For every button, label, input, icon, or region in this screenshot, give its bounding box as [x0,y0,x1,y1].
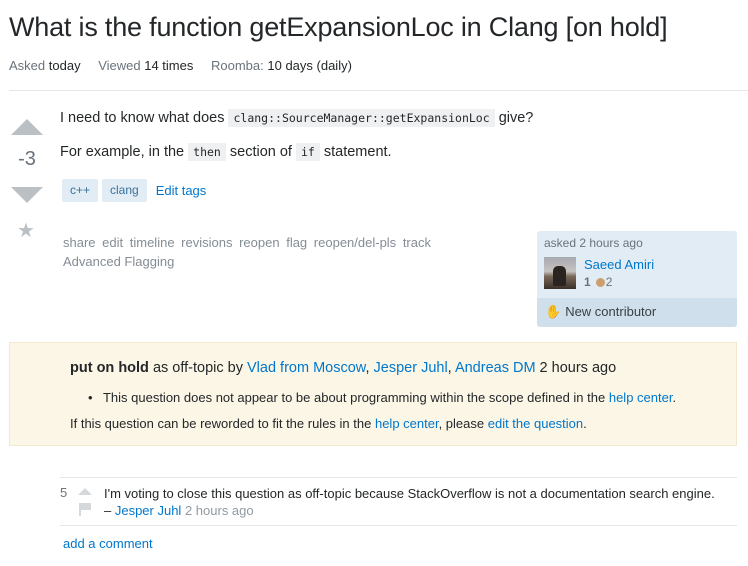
post-menu: share edit timeline revisions reopen fla… [63,233,443,271]
new-contributor-banner[interactable]: ✋ New contributor [537,298,737,327]
waving-hand-icon: ✋ [545,304,562,319]
downvote-arrow-icon[interactable] [11,187,43,203]
comment: I'm voting to close this question as off… [104,486,715,518]
user-reputation: 12 [584,275,612,289]
edit-question-link[interactable]: edit the question [488,416,583,431]
comment-text: I'm voting to close this question as off… [104,486,715,501]
owner-card: asked 2 hours ago Saeed Amiri 12 ✋ New co… [537,231,737,327]
question-meta: Asked today Viewed 14 times Roomba: 10 d… [9,58,366,73]
bronze-badge-icon [595,278,605,287]
flag-link[interactable]: flag [286,235,307,250]
help-center-link[interactable]: help center [609,390,673,405]
voter-link[interactable]: Jesper Juhl [374,360,448,376]
reputation-score: 1 [584,275,591,289]
reopen-del-pls-link[interactable]: reopen/del-pls [314,235,396,250]
voter-link[interactable]: Vlad from Moscow [247,360,365,376]
comment-upvote-icon[interactable] [78,488,92,495]
comment-date: 2 hours ago [184,503,254,518]
vote-count: -3 [18,148,36,170]
inline-code: if [295,143,320,161]
divider [60,525,737,526]
edit-tags-link[interactable]: Edit tags [156,183,207,198]
inline-code: then [188,143,226,161]
asked-time: asked 2 hours ago [544,236,643,250]
share-link[interactable]: share [63,235,96,250]
upvote-arrow-icon[interactable] [11,119,43,135]
post-body: I need to know what does clang::SourceMa… [60,108,533,162]
help-center-link[interactable]: help center [375,416,439,431]
on-hold-notice: put on hold as off-topic by Vlad from Mo… [9,342,737,446]
avatar[interactable] [544,257,576,289]
favorite-star-icon[interactable]: ★ [17,221,35,241]
hold-status: put on hold as off-topic by Vlad from Mo… [70,360,617,376]
track-link[interactable]: track [403,235,431,250]
question-title[interactable]: What is the function getExpansionLoc in … [9,12,668,43]
avatar-figure [553,266,566,286]
hold-reason: This question does not appear to be abou… [88,390,676,405]
comment-score: 5 [60,485,68,500]
post-paragraph: I need to know what does clang::SourceMa… [60,109,534,127]
tag-list: c++ clang Edit tags [62,179,206,202]
advanced-flagging-link[interactable]: Advanced Flagging [63,254,174,269]
voter-link[interactable]: Andreas DM [455,360,536,376]
meta-viewed: Viewed 14 times [98,58,194,73]
bronze-badge-count: 2 [605,275,613,289]
inline-code: clang::SourceManager::getExpansionLoc [228,109,495,127]
revisions-link[interactable]: revisions [181,235,232,250]
divider [60,477,737,478]
tag-cpp[interactable]: c++ [62,179,99,202]
comment-author-link[interactable]: Jesper Juhl [115,503,181,518]
meta-roomba: Roomba: 10 days (daily) [211,58,352,73]
timeline-link[interactable]: timeline [130,235,175,250]
reopen-link[interactable]: reopen [239,235,279,250]
edit-link[interactable]: edit [102,235,123,250]
comment-flag-icon[interactable] [79,503,91,516]
post-paragraph: For example, in the then section of if s… [60,143,392,161]
hold-reword-note: If this question can be reworded to fit … [70,416,587,431]
divider [9,90,748,91]
meta-asked: Asked today [9,58,81,73]
user-name-link[interactable]: Saeed Amiri [584,257,654,272]
add-comment-link[interactable]: add a comment [63,536,153,551]
tag-clang[interactable]: clang [102,179,147,202]
